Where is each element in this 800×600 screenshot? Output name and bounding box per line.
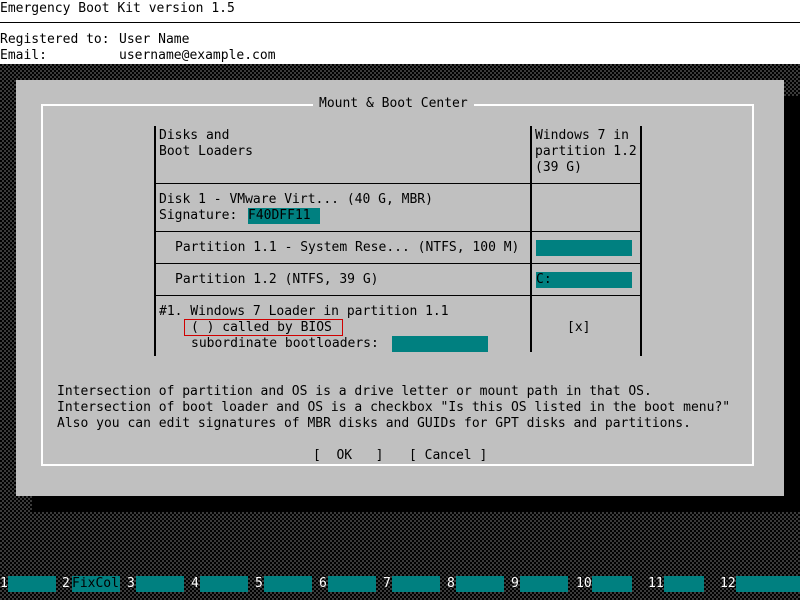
table-left-border bbox=[154, 126, 156, 356]
help-text-line-1: Intersection of partition and OS is a dr… bbox=[57, 384, 652, 399]
f5-key-number: 5 bbox=[255, 576, 263, 591]
f9-key-number: 9 bbox=[511, 576, 519, 591]
f2-key-number: 2 bbox=[62, 576, 70, 591]
f11-key[interactable] bbox=[664, 576, 704, 592]
dialog-title: Mount & Boot Center bbox=[313, 96, 474, 111]
help-text-line-3: Also you can edit signatures of MBR disk… bbox=[57, 416, 691, 431]
table-row-divider bbox=[156, 231, 640, 232]
table-column-divider bbox=[530, 126, 532, 352]
f7-key[interactable] bbox=[392, 576, 440, 592]
signature-label: Signature: bbox=[159, 208, 238, 223]
table-row-divider bbox=[156, 183, 640, 184]
table-row-divider bbox=[156, 295, 640, 296]
app-header: Emergency Boot Kit version 1.5 Registere… bbox=[0, 0, 800, 64]
app-title: Emergency Boot Kit version 1.5 bbox=[0, 1, 235, 16]
f11-key-number: 11 bbox=[648, 576, 664, 591]
ok-button[interactable]: [ OK ] bbox=[313, 448, 383, 463]
f4-key[interactable] bbox=[200, 576, 248, 592]
email-label: Email: bbox=[0, 48, 47, 63]
f12-key-number: 12 bbox=[720, 576, 736, 591]
f8-key[interactable] bbox=[456, 576, 504, 592]
signature-value: F40DFF11 bbox=[248, 208, 311, 223]
boot-loader-label: #1. Windows 7 Loader in partition 1.1 bbox=[159, 304, 449, 319]
f8-key-number: 8 bbox=[447, 576, 455, 591]
f9-key[interactable] bbox=[520, 576, 568, 592]
f3-key[interactable] bbox=[136, 576, 184, 592]
cancel-button[interactable]: [ Cancel ] bbox=[409, 448, 487, 463]
table-right-border bbox=[640, 126, 642, 356]
f6-key[interactable] bbox=[328, 576, 376, 592]
column-header-os-size: (39 G) bbox=[535, 160, 582, 175]
registered-to-label: Registered to: bbox=[0, 32, 110, 47]
column-header-disks: Disks and bbox=[159, 128, 230, 143]
os-menu-checkbox[interactable]: [x] bbox=[567, 320, 590, 335]
subordinate-bootloaders-label: subordinate bootloaders: bbox=[191, 336, 379, 351]
table-row-divider bbox=[156, 263, 640, 264]
f6-key-number: 6 bbox=[319, 576, 327, 591]
f4-key-number: 4 bbox=[191, 576, 199, 591]
partition-1-2-drive-letter-value: C: bbox=[536, 272, 552, 287]
f10-key[interactable] bbox=[592, 576, 632, 592]
partition-1-2-drive-letter-field[interactable]: C: bbox=[536, 272, 632, 288]
registered-to-value: User Name bbox=[119, 32, 190, 47]
partition-1-1-label: Partition 1.1 - System Rese... (NTFS, 10… bbox=[175, 240, 520, 255]
help-text-line-2: Intersection of boot loader and OS is a … bbox=[57, 400, 731, 415]
subordinate-bootloaders-field[interactable] bbox=[392, 336, 488, 352]
f5-key[interactable] bbox=[264, 576, 312, 592]
column-header-os: Windows 7 in bbox=[535, 128, 629, 143]
f12-key[interactable] bbox=[736, 576, 800, 592]
column-header-os-partition: partition 1.2 bbox=[535, 144, 637, 159]
f7-key-number: 7 bbox=[383, 576, 391, 591]
partition-1-1-drive-letter-field[interactable] bbox=[536, 240, 632, 256]
f10-key-number: 10 bbox=[576, 576, 592, 591]
f2-key-label: FixCol bbox=[72, 576, 119, 591]
email-value: username@example.com bbox=[119, 48, 276, 63]
signature-field[interactable]: F40DFF11 bbox=[248, 208, 320, 224]
header-divider bbox=[0, 22, 800, 23]
bios-option-highlight bbox=[184, 319, 343, 336]
function-key-bar: 1 2 FixCol 3 4 5 6 7 8 9 10 11 12 bbox=[0, 576, 800, 592]
partition-1-2-label: Partition 1.2 (NTFS, 39 G) bbox=[175, 272, 379, 287]
column-header-bootloaders: Boot Loaders bbox=[159, 144, 253, 159]
disk-row-label: Disk 1 - VMware Virt... (40 G, MBR) bbox=[159, 192, 433, 207]
f3-key-number: 3 bbox=[127, 576, 135, 591]
f1-key[interactable] bbox=[8, 576, 56, 592]
f1-key-number: 1 bbox=[0, 576, 8, 591]
